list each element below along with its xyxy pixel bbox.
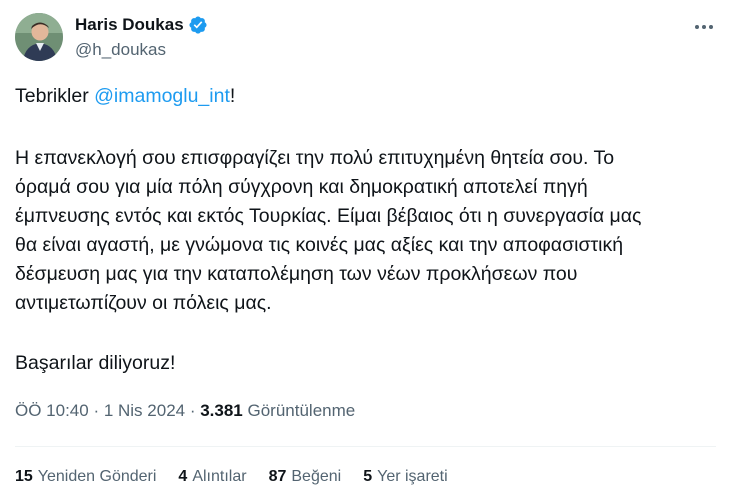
quotes-count: 4 (178, 468, 188, 485)
tweet-text: Tebrikler @imamoglu_int! Η επανεκλογή σο… (15, 82, 715, 378)
divider (15, 446, 716, 447)
body-line: έμπνευσης εντός και εκτός Τουρκίας. Είμα… (15, 205, 642, 227)
body-line: Η επανεκλογή σου επισφραγίζει την πολύ ε… (15, 147, 615, 169)
greeting-prefix: Tebrikler (15, 85, 95, 107)
author-names: Haris Doukas @h_doukas (75, 14, 208, 60)
meta-separator: · (88, 401, 104, 420)
display-name-row: Haris Doukas (75, 14, 208, 36)
body-line: δέσμευση μας για την καταπολέμηση των νέ… (15, 263, 578, 285)
body-line: αντιμετωπίζουν οι πόλεις μας. (15, 292, 272, 314)
quotes-label: Alıntılar (192, 468, 247, 485)
views-label: Görüntülenme (242, 401, 356, 420)
mention-link[interactable]: @imamoglu_int (94, 85, 230, 107)
tweet-date[interactable]: 1 Nis 2024 (104, 401, 185, 420)
bookmarks-label: Yer işareti (377, 468, 448, 485)
views-count: 3.381 (200, 401, 243, 420)
tweet-header: Haris Doukas @h_doukas (15, 12, 721, 64)
profile-photo-icon (15, 13, 63, 61)
reposts-stat[interactable]: 15 Yeniden Gönderi (15, 468, 156, 486)
body-line: θα είναι αγαστή, με γνώμονα τις κοινές μ… (15, 234, 624, 256)
likes-label: Beğeni (291, 468, 342, 485)
engagement-stats: 15 Yeniden Gönderi 4 Alıntılar 87 Beğeni 5Y… (15, 468, 448, 486)
reposts-label: Yeniden Gönderi (37, 468, 157, 485)
display-name[interactable]: Haris Doukas (75, 15, 184, 35)
more-options-button[interactable] (687, 14, 721, 40)
likes-stat[interactable]: 87 Beğeni (269, 468, 342, 486)
tweet-meta: ÖÖ 10:40 · 1 Nis 2024 · 3.381 Görüntülen… (15, 401, 355, 421)
body-line: όραμά σου για μία πόλη σύγχρονη και δημο… (15, 176, 588, 198)
meta-separator: · (185, 401, 201, 420)
bookmarks-count: 5 (363, 468, 373, 485)
greeting-suffix: ! (229, 85, 236, 107)
greeting-line: Tebrikler @imamoglu_int! (15, 82, 715, 111)
likes-count: 87 (268, 468, 287, 485)
bookmarks-stat[interactable]: 5 Yer işareti (363, 468, 447, 486)
closing-line: Başarılar diliyoruz! (15, 352, 176, 374)
tweet-time[interactable]: ÖÖ 10:40 (15, 401, 89, 420)
verified-badge-icon[interactable] (188, 15, 208, 35)
avatar[interactable] (15, 13, 63, 61)
user-handle[interactable]: @h_doukas (75, 40, 208, 60)
more-options-icon (695, 25, 713, 29)
quotes-stat[interactable]: 4 Alıntılar (178, 468, 246, 486)
reposts-count: 15 (15, 468, 33, 485)
